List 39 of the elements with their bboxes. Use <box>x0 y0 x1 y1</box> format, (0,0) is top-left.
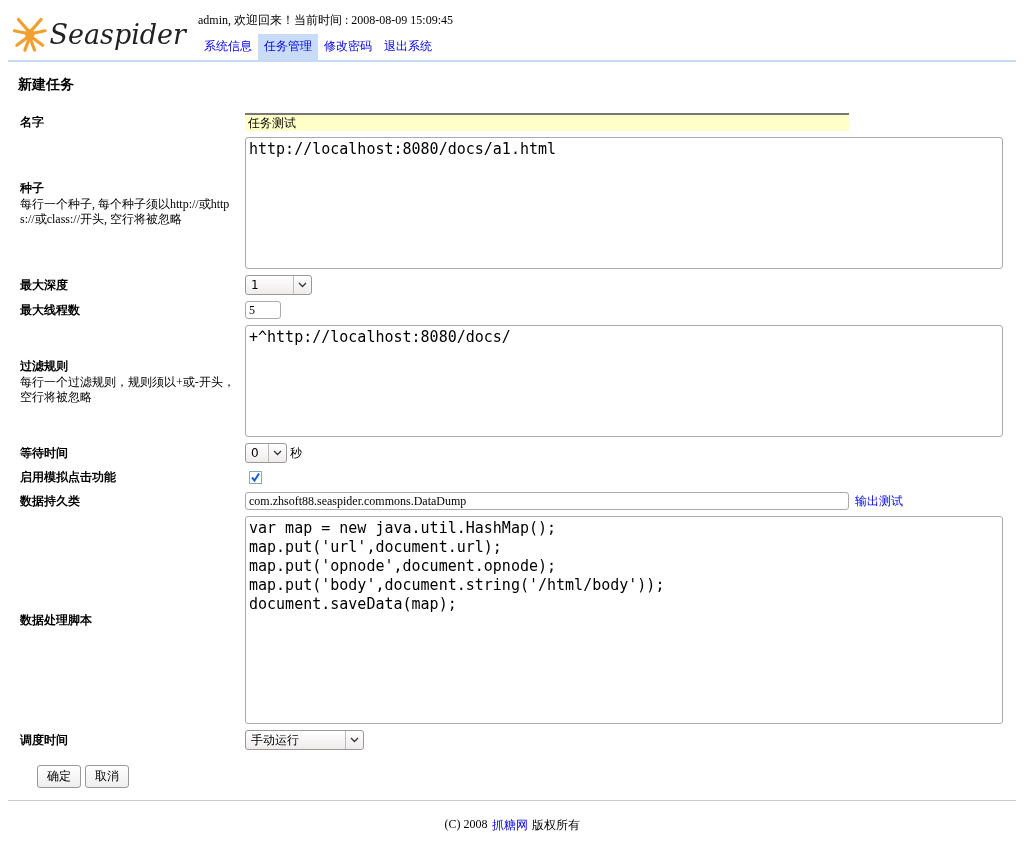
field-label: 最大深度 <box>20 276 69 294</box>
nav-tab[interactable]: 退出系统 <box>378 34 438 60</box>
form-button[interactable]: 确定 <box>37 765 81 788</box>
dropdown[interactable]: 0 <box>245 443 287 463</box>
nav-tab[interactable]: 系统信息 <box>198 34 258 60</box>
nav-tab[interactable]: 修改密码 <box>318 34 378 60</box>
text-input[interactable]: com.zhsoft88.seaspider.commons.DataDump <box>245 492 849 510</box>
output-test-link[interactable]: 输出测试 <box>855 492 903 510</box>
copyright-text: (C) 2008 <box>444 817 488 833</box>
chevron-down-icon <box>350 737 359 743</box>
logo-text: Seaspider <box>49 18 186 50</box>
checkbox[interactable] <box>249 471 262 484</box>
copyright-text: 版权所有 <box>531 817 580 834</box>
dropdown[interactable]: 手动运行 <box>245 730 364 750</box>
welcome-text: admin, 欢迎回来！当前时间 : 2008-08-09 15:09:45 <box>198 12 453 29</box>
text-area[interactable]: +^http://localhost:8080/docs/ <box>245 325 1003 437</box>
chevron-down-icon <box>298 282 307 288</box>
site-link[interactable]: 抓糖网 <box>491 817 528 834</box>
text-area[interactable]: http://localhost:8080/docs/a1.html <box>245 137 1003 269</box>
number-input[interactable]: 5 <box>245 301 281 319</box>
page-title: 新建任务 <box>18 76 75 94</box>
text-area[interactable]: var map = new java.util.HashMap(); map.put('url',document.url); map.put('opnode',document.opnode); map.put('body',document.string('/html/body')); document.saveData(map); <box>245 516 1003 724</box>
text-input[interactable]: 任务测试 <box>245 113 849 131</box>
field-label: 调度时间 <box>20 731 69 749</box>
form-button[interactable]: 取消 <box>85 765 129 788</box>
field-label: 等待时间 <box>20 444 69 462</box>
field-label: 过滤规则 <box>20 357 69 375</box>
field-label: 最大线程数 <box>20 301 81 319</box>
field-label: 名字 <box>20 113 45 131</box>
field-label: 种子 <box>20 179 45 197</box>
field-label: 启用模拟点击功能 <box>20 469 117 486</box>
field-label: 数据处理脚本 <box>20 611 93 629</box>
field-hint: 每行一个种子, 每个种子须以http://或https://或class://开头, 空行将被忽略 <box>20 196 231 227</box>
field-label: 数据持久类 <box>20 492 81 510</box>
unit-label: 秒 <box>290 444 302 462</box>
nav-tab[interactable]: 任务管理 <box>258 34 318 60</box>
field-hint: 每行一个过滤规则，规则须以+或-开头，空行将被忽略 <box>20 374 236 405</box>
dropdown[interactable]: 1 <box>245 275 312 295</box>
chevron-down-icon <box>273 450 282 456</box>
